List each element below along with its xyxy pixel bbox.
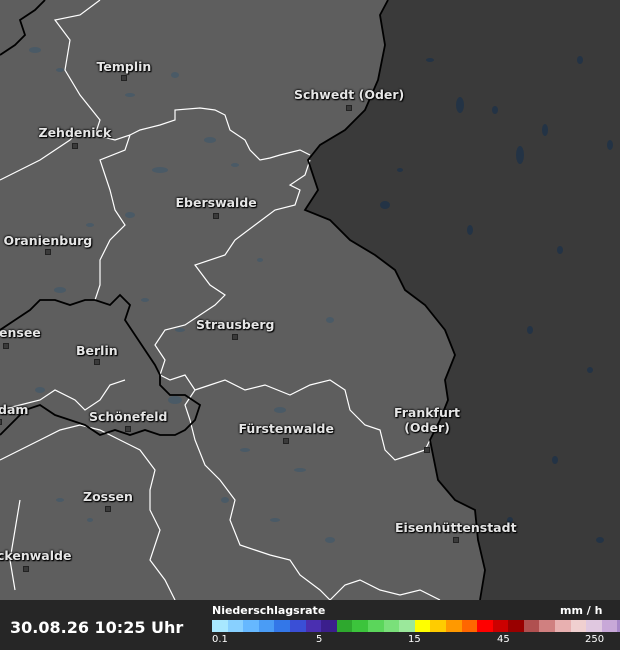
city-label: Oranienburg [3, 232, 93, 248]
city-label: Berlin [76, 342, 118, 358]
city-marker [125, 426, 131, 432]
city-marker [424, 447, 430, 453]
legend-swatch [336, 620, 353, 632]
city-label: Eisenhüttenstadt [395, 519, 517, 535]
city-label: Templin [96, 58, 152, 74]
legend-swatch [321, 620, 337, 632]
legend-swatch [570, 620, 587, 632]
legend-swatch [477, 620, 493, 632]
legend-swatch [601, 620, 618, 632]
city-marker [45, 249, 51, 255]
timestamp: 30.08.26 10:25 Uhr [10, 618, 184, 637]
legend-swatch [227, 620, 244, 632]
legend-swatch [243, 620, 259, 632]
city-marker [453, 537, 459, 543]
legend-swatch [399, 620, 415, 632]
legend-swatch [305, 620, 322, 632]
city-marker [213, 213, 219, 219]
city-marker [23, 566, 29, 572]
legend-swatch [586, 620, 602, 632]
legend-swatch [461, 620, 478, 632]
city-marker [72, 143, 78, 149]
city-label: Frankfurt (Oder) [394, 405, 461, 435]
city-marker [283, 438, 289, 444]
city-label: Schönefeld [89, 408, 168, 424]
legend-swatch [289, 620, 306, 632]
legend-swatch [445, 620, 462, 632]
legend-swatch [274, 620, 290, 632]
city-label: Strausberg [196, 316, 275, 332]
legend-swatch [367, 620, 384, 632]
legend-title: Niederschlagsrate [212, 604, 326, 617]
city-marker [346, 105, 352, 111]
city-marker [105, 506, 111, 512]
city-marker [121, 75, 127, 81]
city-label: dam [0, 401, 29, 417]
radar-map[interactable]: Templin Schwedt (Oder) Zehdenick Eberswalde… [0, 0, 620, 600]
legend-swatch [352, 620, 368, 632]
legend-tick-label: 250 [585, 634, 605, 645]
legend-swatch [383, 620, 400, 632]
city-marker [94, 359, 100, 365]
city-label: ensee [0, 324, 41, 340]
city-marker [0, 419, 2, 425]
legend-swatch [430, 620, 446, 632]
legend-tick-label: 0.1 [212, 634, 228, 645]
legend-swatch [212, 620, 228, 632]
legend-swatch [508, 620, 524, 632]
legend-unit: mm / h [560, 604, 603, 617]
city-label: ckenwalde [0, 547, 72, 563]
city-label: Zossen [83, 488, 133, 504]
legend-swatch [492, 620, 509, 632]
city-label: Eberswalde [175, 194, 257, 210]
footer-bar: 30.08.26 10:25 Uhr Niederschlagsrate mm … [0, 600, 620, 650]
legend-swatch [414, 620, 431, 632]
city-label: Schwedt (Oder) [294, 86, 405, 102]
city-label: Zehdenick [38, 124, 112, 140]
precipitation-color-scale [212, 620, 620, 632]
legend-tick-label: 5 [316, 634, 323, 645]
legend-swatch [523, 620, 540, 632]
legend-swatch [555, 620, 571, 632]
legend-swatch [258, 620, 275, 632]
city-label: Fürstenwalde [238, 420, 334, 436]
city-marker [3, 343, 9, 349]
legend-tick-label: 15 [408, 634, 421, 645]
city-marker [232, 334, 238, 340]
legend-tick-label: 45 [497, 634, 510, 645]
legend-swatch [539, 620, 556, 632]
